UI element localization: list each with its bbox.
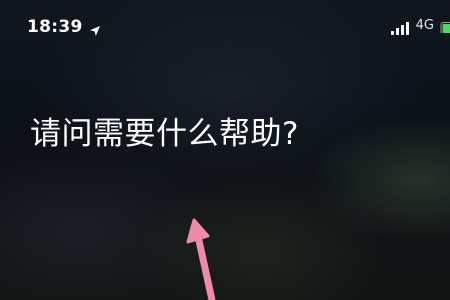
battery-icon [440, 20, 450, 33]
status-time: 18:39 [27, 17, 83, 37]
siri-prompt: 请问需要什么帮助? [30, 116, 299, 152]
time-group: 18:39 [27, 17, 101, 37]
location-arrow-icon [89, 22, 101, 36]
cellular-signal-icon [390, 20, 410, 35]
status-right-group: 4G [390, 18, 450, 35]
network-type: 4G [415, 18, 434, 33]
siri-screen: 18:39 4G 请问需要什么帮助? [0, 0, 450, 300]
status-bar: 18:39 4G [0, 0, 450, 56]
